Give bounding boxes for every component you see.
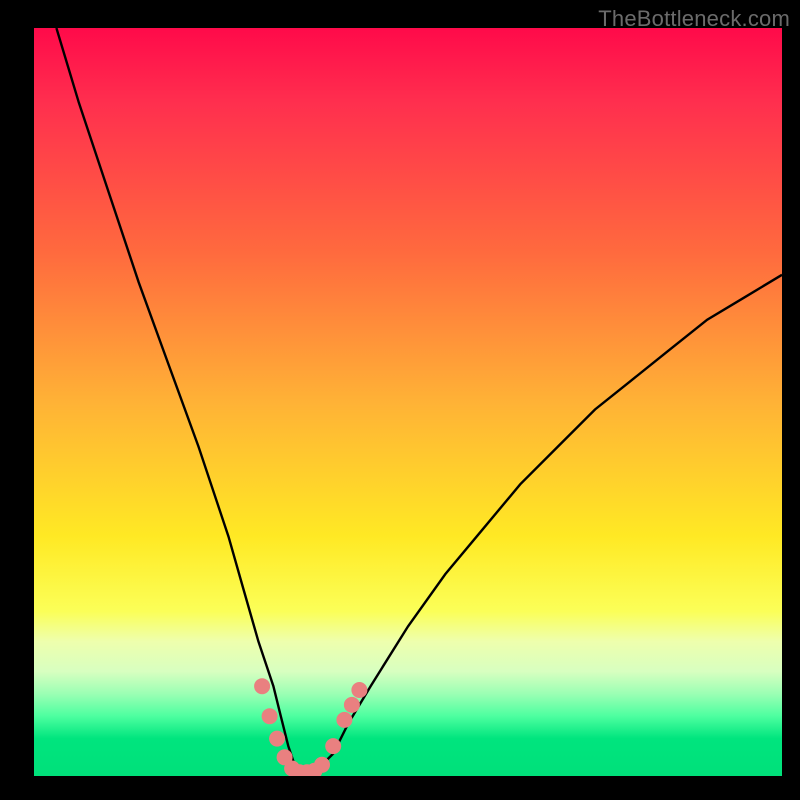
marker-dot — [351, 682, 367, 698]
watermark-text: TheBottleneck.com — [598, 6, 790, 32]
marker-dot — [314, 757, 330, 773]
marker-dot — [269, 731, 285, 747]
chart-frame: TheBottleneck.com — [0, 0, 800, 800]
bottleneck-curve — [56, 28, 782, 776]
plot-area — [34, 28, 782, 776]
marker-dot — [336, 712, 352, 728]
marker-dot — [254, 678, 270, 694]
marker-dot — [344, 697, 360, 713]
marker-dot — [325, 738, 341, 754]
curve-layer — [34, 28, 782, 776]
marker-dot — [262, 708, 278, 724]
marker-group — [254, 678, 367, 776]
